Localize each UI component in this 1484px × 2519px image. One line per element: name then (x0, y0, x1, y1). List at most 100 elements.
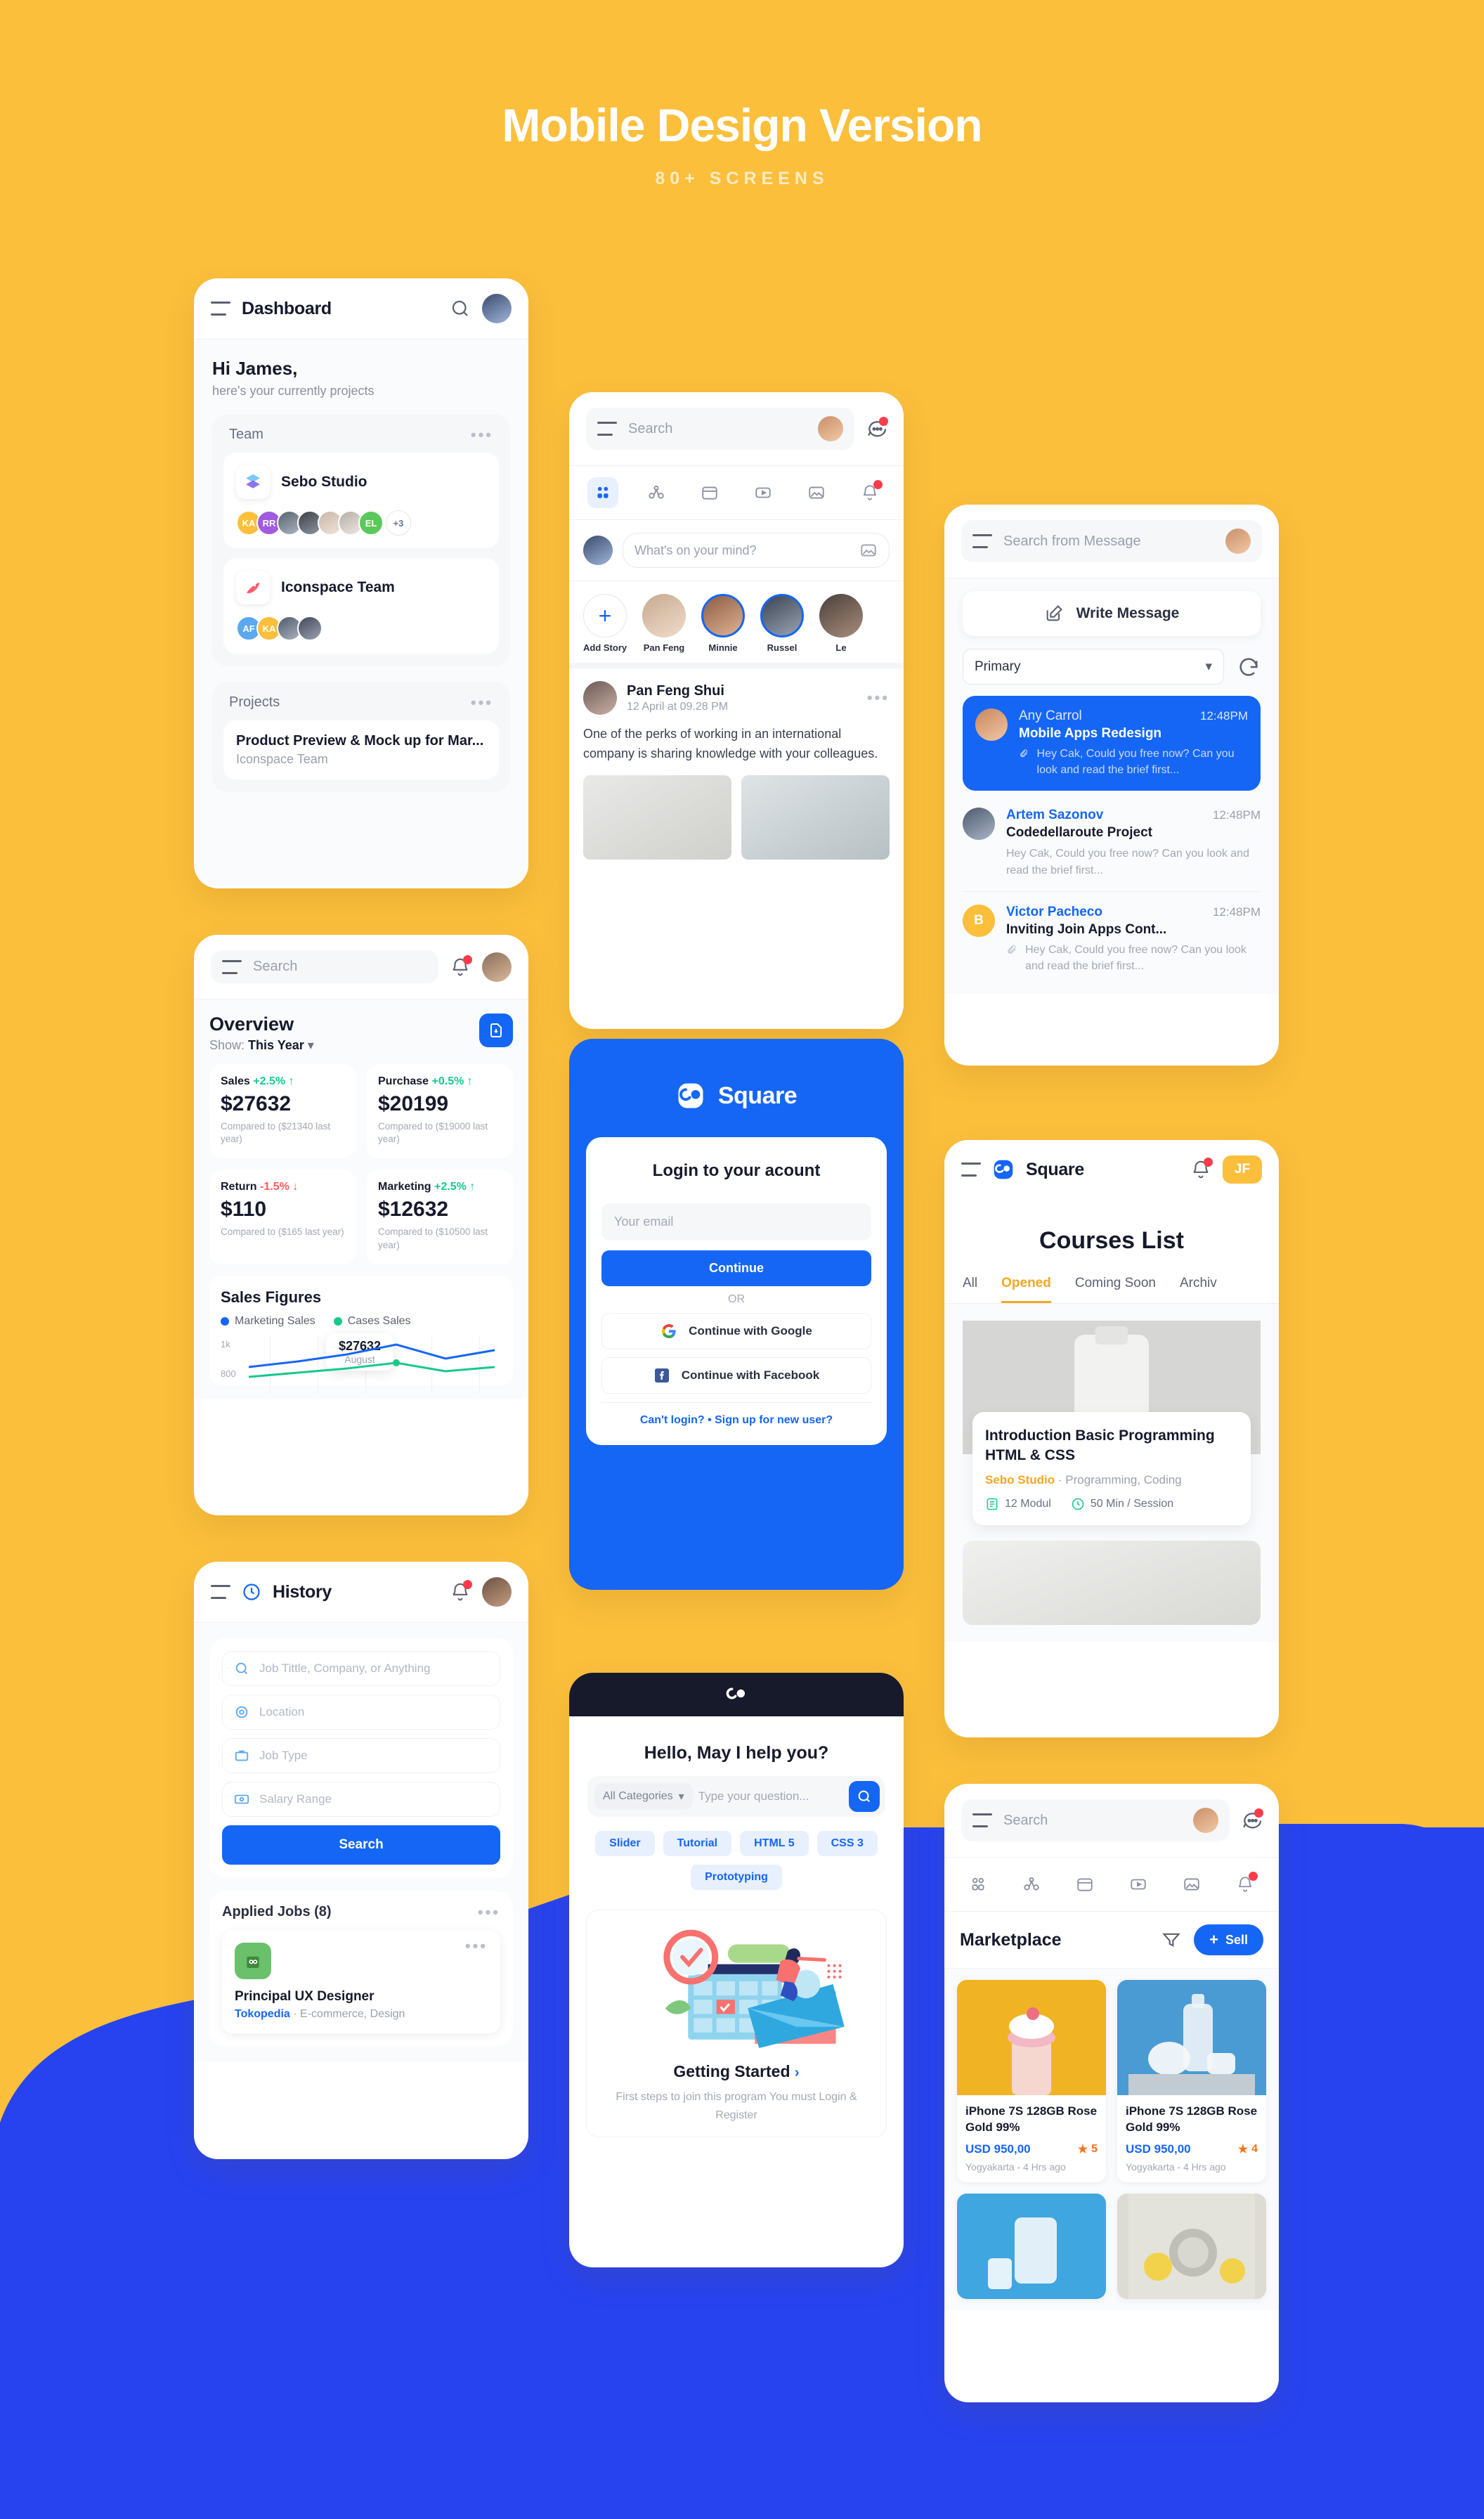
download-report-button[interactable] (479, 1014, 513, 1047)
stat-card[interactable]: Marketing +2.5% ↑ $12632 Compared to ($1… (367, 1170, 513, 1264)
stories-row[interactable]: + Add Story Pan Feng Minnie Russel Le (569, 581, 904, 668)
course-card[interactable]: Introduction Basic Programming HTML & CS… (963, 1321, 1261, 1525)
plus-icon[interactable]: + (583, 594, 627, 637)
team-card[interactable]: Sebo Studio KA RR EL +3 (223, 453, 499, 548)
google-login-button[interactable]: Continue with Google (601, 1313, 871, 1349)
category-select[interactable]: All Categories ▾ (594, 1783, 693, 1810)
calendar-icon[interactable] (1069, 1869, 1100, 1900)
photo-icon[interactable] (1176, 1869, 1207, 1900)
topic-chip[interactable]: Tutorial (663, 1831, 732, 1856)
avatar[interactable] (583, 681, 617, 715)
period-selector[interactable]: Show: This Year ▾ (209, 1038, 314, 1053)
bell-icon[interactable] (1230, 1869, 1261, 1900)
search-input[interactable]: Search (961, 1799, 1230, 1841)
team-card[interactable]: Iconspace Team AF KA (223, 558, 499, 654)
composer-input[interactable]: What's on your mind? (623, 533, 890, 568)
job-type-input[interactable]: Job Type (222, 1738, 500, 1773)
product-card[interactable] (957, 2193, 1106, 2299)
write-message-button[interactable]: Write Message (963, 591, 1261, 636)
bell-icon[interactable] (450, 954, 472, 978)
bell-icon[interactable] (1190, 1158, 1213, 1180)
job-more-icon[interactable]: ••• (465, 1938, 488, 1954)
stat-card[interactable]: Return -1.5% ↓ $110 Compared to ($165 la… (209, 1170, 356, 1264)
tab-all[interactable]: All (963, 1276, 977, 1303)
avatar[interactable] (583, 536, 613, 565)
filter-icon[interactable] (1161, 1930, 1181, 1950)
photo-icon[interactable] (801, 477, 832, 508)
chevron-right-icon[interactable]: › (795, 2065, 800, 2080)
product-card[interactable]: iPhone 7S 128GB Rose Gold 99% USD 950,00… (1117, 1980, 1266, 2182)
video-icon[interactable] (748, 477, 779, 508)
avatar[interactable] (482, 294, 512, 323)
menu-icon[interactable] (961, 1163, 981, 1177)
menu-icon[interactable] (222, 959, 242, 974)
topic-chip[interactable]: Slider (595, 1831, 655, 1856)
member-overflow-count[interactable]: +3 (386, 510, 411, 536)
story-item[interactable]: Minnie (701, 594, 745, 653)
network-icon[interactable] (641, 477, 672, 508)
search-icon[interactable] (450, 298, 471, 319)
salary-range-input[interactable]: Salary Range (222, 1782, 500, 1817)
mailbox-select[interactable]: Primary ▾ (963, 649, 1224, 685)
message-item[interactable]: Artem Sazonov 12:48PM Codedellaroute Pro… (963, 795, 1261, 892)
network-icon[interactable] (1016, 1869, 1047, 1900)
projects-more-icon[interactable]: ••• (471, 694, 493, 710)
refresh-icon[interactable] (1237, 655, 1261, 679)
messenger-icon[interactable] (866, 417, 888, 439)
product-card[interactable] (1117, 2193, 1266, 2299)
chevron-down-icon[interactable]: ▾ (308, 1038, 314, 1052)
grid-icon[interactable] (963, 1869, 994, 1900)
avatar-initials[interactable]: JF (1223, 1155, 1262, 1184)
post-image[interactable] (741, 775, 890, 860)
topic-chip[interactable]: CSS 3 (816, 1831, 878, 1856)
video-icon[interactable] (1123, 1869, 1154, 1900)
email-field[interactable]: Your email (601, 1203, 871, 1241)
bell-icon[interactable] (854, 477, 885, 508)
grid-icon[interactable] (587, 477, 618, 508)
avatar[interactable] (482, 952, 512, 982)
job-company[interactable]: Tokopedia (235, 2008, 290, 2020)
story-item[interactable]: Russel (760, 594, 804, 653)
bell-icon[interactable] (450, 1580, 472, 1602)
topic-chip[interactable]: HTML 5 (740, 1831, 809, 1856)
search-input[interactable]: Search (586, 408, 854, 450)
question-input[interactable]: Type your question... (698, 1789, 843, 1804)
avatar[interactable] (482, 1577, 512, 1607)
sell-button[interactable]: + Sell (1194, 1924, 1263, 1955)
menu-icon[interactable] (597, 422, 617, 436)
topic-chip[interactable]: Prototyping (691, 1865, 782, 1890)
applied-jobs-more-icon[interactable]: ••• (478, 1904, 500, 1919)
facebook-login-button[interactable]: Continue with Facebook (601, 1357, 871, 1394)
product-card[interactable]: iPhone 7S 128GB Rose Gold 99% USD 950,00… (957, 1980, 1106, 2182)
team-more-icon[interactable]: ••• (471, 427, 493, 442)
stat-card[interactable]: Sales +2.5% ↑ $27632 Compared to ($21340… (209, 1064, 356, 1159)
job-card[interactable]: ••• Principal UX Designer Tokopedia · E-… (222, 1930, 500, 2033)
job-title-input[interactable]: Job Tittle, Company, or Anything (222, 1651, 500, 1686)
post-more-icon[interactable]: ••• (867, 690, 890, 706)
search-button[interactable] (849, 1781, 880, 1812)
avatar[interactable] (1225, 529, 1251, 554)
menu-icon[interactable] (972, 534, 992, 548)
course-card-next[interactable] (963, 1540, 1261, 1625)
location-input[interactable]: Location (222, 1695, 500, 1730)
menu-icon[interactable] (211, 302, 230, 316)
message-item[interactable]: B Victor Pacheco 12:48PM Inviting Join A… (963, 892, 1261, 987)
tab-archived[interactable]: Archiv (1180, 1276, 1217, 1303)
stat-card[interactable]: Purchase +0.5% ↑ $20199 Compared to ($19… (367, 1064, 513, 1159)
search-input[interactable]: Search from Message (961, 520, 1262, 562)
story-item[interactable]: Le (819, 594, 863, 653)
login-footer-links[interactable]: Can't login? • Sign up for new user? (601, 1402, 871, 1427)
avatar[interactable] (818, 416, 843, 441)
avatar[interactable] (1193, 1808, 1218, 1833)
tab-coming-soon[interactable]: Coming Soon (1075, 1276, 1156, 1303)
search-button[interactable]: Search (222, 1825, 500, 1865)
tab-opened[interactable]: Opened (1001, 1276, 1051, 1303)
continue-button[interactable]: Continue (601, 1250, 871, 1286)
post-image[interactable] (583, 775, 731, 860)
project-card[interactable]: Product Preview & Mock up for Mar... Ico… (223, 720, 499, 779)
photo-attach-icon[interactable] (859, 541, 878, 559)
story-item[interactable]: Pan Feng (642, 594, 686, 653)
menu-icon[interactable] (211, 1585, 230, 1599)
search-input[interactable]: Search (211, 950, 438, 983)
story-add[interactable]: + Add Story (583, 594, 627, 653)
